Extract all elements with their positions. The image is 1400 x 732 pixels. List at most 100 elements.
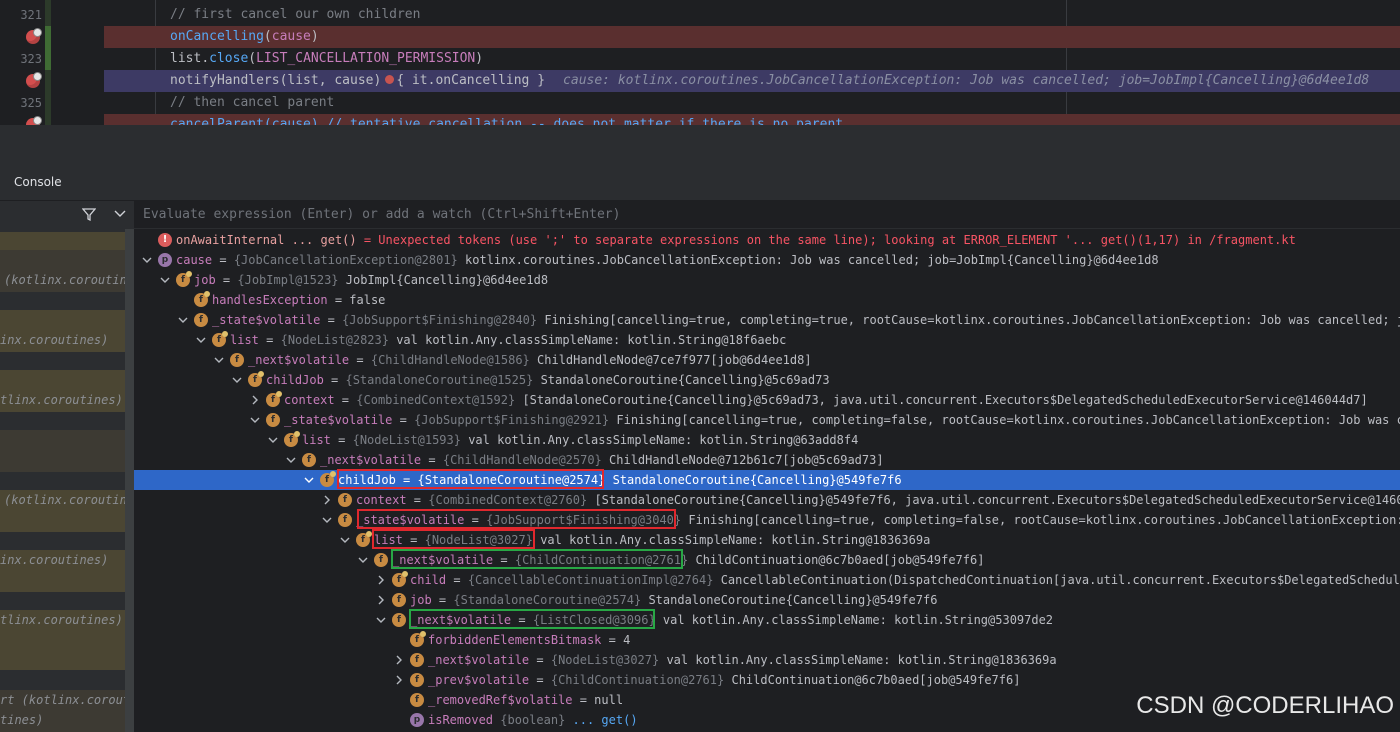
code-line-comment[interactable]: // then cancel parent — [104, 92, 1400, 114]
variable-row[interactable]: f context = {CombinedContext@2760} [Stand… — [134, 490, 1400, 510]
chevron-down-icon[interactable] — [286, 455, 296, 465]
panel-splitter[interactable] — [0, 125, 1400, 165]
variable-name: _state$volatile — [212, 313, 321, 327]
variable-name: _removedRef$volatile — [428, 693, 573, 707]
variable-name: _next$volatile — [392, 553, 494, 567]
variable-row[interactable]: f list = {NodeList@1593} val kotlin.Any.c… — [134, 430, 1400, 450]
chevron-down-icon[interactable] — [358, 555, 368, 565]
variable-row[interactable]: f child = {CancellableContinuationImpl@27… — [134, 570, 1400, 590]
chevron-right-icon[interactable] — [322, 495, 332, 505]
chevron-down-icon[interactable] — [160, 275, 170, 285]
variable-row[interactable]: f _next$volatile = {NodeList@3027} val ko… — [134, 650, 1400, 670]
variable-type: {ChildHandleNode@1586} — [370, 353, 530, 367]
variable-text: onAwaitInternal ... get() = Unexpected t… — [176, 230, 1296, 250]
variables-panel[interactable]: Evaluate expression (Enter) or add a wat… — [134, 201, 1400, 732]
evaluate-getter-link[interactable]: ... get() — [573, 713, 638, 727]
vcs-change-marker[interactable] — [45, 26, 51, 70]
error-icon: ! — [158, 233, 172, 247]
chevron-right-icon[interactable] — [376, 595, 386, 605]
chevron-down-icon[interactable] — [250, 415, 260, 425]
code-line-breakpoint[interactable]: cancelParent(cause) // tentative cancell… — [104, 114, 1400, 125]
variable-type: {ChildHandleNode@2570} — [442, 453, 602, 467]
code-line-current-execution[interactable]: notifyHandlers(list, cause) { it.onCancel… — [104, 70, 1400, 92]
chevron-down-icon[interactable] — [214, 355, 224, 365]
breakpoint-icon[interactable] — [26, 28, 42, 44]
variable-row[interactable]: f job = {StandaloneCoroutine@2574} Standa… — [134, 590, 1400, 610]
variable-type: {ListClosed@3096} — [532, 613, 656, 627]
variable-row[interactable]: f forbiddenElementsBitmask = 4 — [134, 630, 1400, 650]
variable-row[interactable]: f _state$volatile = {JobSupport$Finishing… — [134, 510, 1400, 530]
stack-frame[interactable]: tines) — [0, 710, 125, 730]
stack-frame[interactable]: (kotlinx.coroutines — [4, 490, 129, 510]
equals-sign: = — [529, 653, 551, 667]
chevron-down-icon[interactable] — [268, 435, 278, 445]
variable-row[interactable]: f _next$volatile = {ListClosed@3096} val … — [134, 610, 1400, 630]
variable-name: job — [410, 593, 432, 607]
final-field-icon: f — [410, 631, 426, 647]
code-line[interactable]: list.close(LIST_CANCELLATION_PERMISSION) — [104, 48, 1400, 70]
variable-value: Finishing[cancelling=true, completing=tr… — [544, 313, 1400, 327]
variable-text: _state$volatile = {JobSupport$Finishing@… — [212, 310, 1400, 330]
stack-frame[interactable]: inx.coroutines) — [0, 550, 125, 570]
chevron-down-icon[interactable] — [142, 255, 152, 265]
equals-sign: = — [392, 413, 415, 427]
filter-icon[interactable] — [82, 207, 96, 221]
frames-scrollbar[interactable] — [125, 229, 134, 732]
variable-row[interactable]: f _state$volatile = {JobSupport$Finishing… — [134, 310, 1400, 330]
variable-row[interactable]: f childJob = {StandaloneCoroutine@2574} S… — [134, 470, 1400, 490]
chevron-right-icon[interactable] — [394, 675, 404, 685]
variable-value: Finishing[cancelling=true, completing=fa… — [616, 413, 1400, 427]
variable-value: ChildHandleNode@7ce7f977[job@6d4ee1d8] — [537, 353, 812, 367]
variable-row[interactable]: f list = {NodeList@3027} val kotlin.Any.c… — [134, 530, 1400, 550]
variable-row[interactable]: f childJob = {StandaloneCoroutine@1525} S… — [134, 370, 1400, 390]
variable-row[interactable]: f _state$volatile = {JobSupport$Finishing… — [134, 410, 1400, 430]
variable-value: val kotlin.Any.classSimpleName: kotlin.S… — [468, 433, 859, 447]
chevron-down-icon[interactable] — [232, 375, 242, 385]
code-text: cancelParent(cause) // tentative cancell… — [170, 117, 844, 125]
chevron-right-icon[interactable] — [250, 395, 260, 405]
variable-row[interactable]: f _next$volatile = {ChildHandleNode@2570}… — [134, 450, 1400, 470]
stack-frame[interactable]: tlinx.coroutines) — [0, 390, 125, 410]
variable-text: context = {CombinedContext@2760} [Standa… — [356, 490, 1400, 510]
variable-row[interactable]: f handlesException = false — [134, 290, 1400, 310]
chevron-down-icon[interactable] — [322, 515, 332, 525]
variable-value: val kotlin.Any.classSimpleName: kotlin.S… — [396, 333, 787, 347]
variable-row[interactable]: f _next$volatile = {ChildContinuation@276… — [134, 550, 1400, 570]
variable-row[interactable]: p cause = {JobCancellationException@2801}… — [134, 250, 1400, 270]
stack-frame[interactable]: (kotlinx.coroutines — [4, 270, 129, 290]
chevron-down-icon[interactable] — [376, 615, 386, 625]
breakpoint-icon[interactable] — [26, 116, 42, 125]
chevron-down-icon[interactable] — [304, 475, 314, 485]
code-line-comment[interactable]: // first cancel our own children — [104, 4, 1400, 26]
variable-row[interactable]: f _prev$volatile = {ChildContinuation@276… — [134, 670, 1400, 690]
code-line-breakpoint[interactable]: onCancelling(cause) — [104, 26, 1400, 48]
chevron-down-icon[interactable] — [340, 535, 350, 545]
equals-sign: = — [493, 553, 515, 567]
tab-console[interactable]: Console — [14, 175, 62, 189]
stack-frame[interactable]: rt (kotlinx.corouti — [0, 690, 125, 710]
chevron-down-icon[interactable] — [114, 209, 126, 219]
inline-debug-value: cause: kotlinx.coroutines.JobCancellatio… — [563, 73, 1370, 88]
variable-name: list — [302, 433, 331, 447]
variable-row[interactable]: ! onAwaitInternal ... get() = Unexpected … — [134, 230, 1400, 250]
lambda-breakpoint-icon[interactable] — [385, 75, 395, 84]
variable-row[interactable]: f context = {CombinedContext@1592} [Stand… — [134, 390, 1400, 410]
stack-frame[interactable]: tlinx.coroutines) — [0, 610, 125, 630]
breakpoint-icon[interactable] — [26, 72, 42, 88]
variable-row[interactable]: f _next$volatile = {ChildHandleNode@1586}… — [134, 350, 1400, 370]
parameter-icon: p — [410, 713, 424, 727]
variable-row[interactable]: f job = {JobImpl@1523} JobImpl{Cancelling… — [134, 270, 1400, 290]
frames-toolbar — [0, 201, 134, 229]
chevron-down-icon[interactable] — [178, 315, 188, 325]
variable-row[interactable]: f list = {NodeList@2823} val kotlin.Any.c… — [134, 330, 1400, 350]
variable-name: list — [230, 333, 259, 347]
evaluate-expression-input[interactable]: Evaluate expression (Enter) or add a wat… — [134, 201, 1400, 229]
chevron-right-icon[interactable] — [376, 575, 386, 585]
chevron-down-icon[interactable] — [196, 335, 206, 345]
frames-panel[interactable]: (kotlinx.coroutines inx.coroutines) tlin… — [0, 201, 134, 732]
stack-frame[interactable]: inx.coroutines) — [0, 330, 125, 350]
chevron-right-icon[interactable] — [394, 655, 404, 665]
code-editor[interactable]: 321 // first cancel our own children onC… — [0, 0, 1400, 125]
variable-name: context — [284, 393, 335, 407]
variable-name: _next$volatile — [428, 653, 530, 667]
